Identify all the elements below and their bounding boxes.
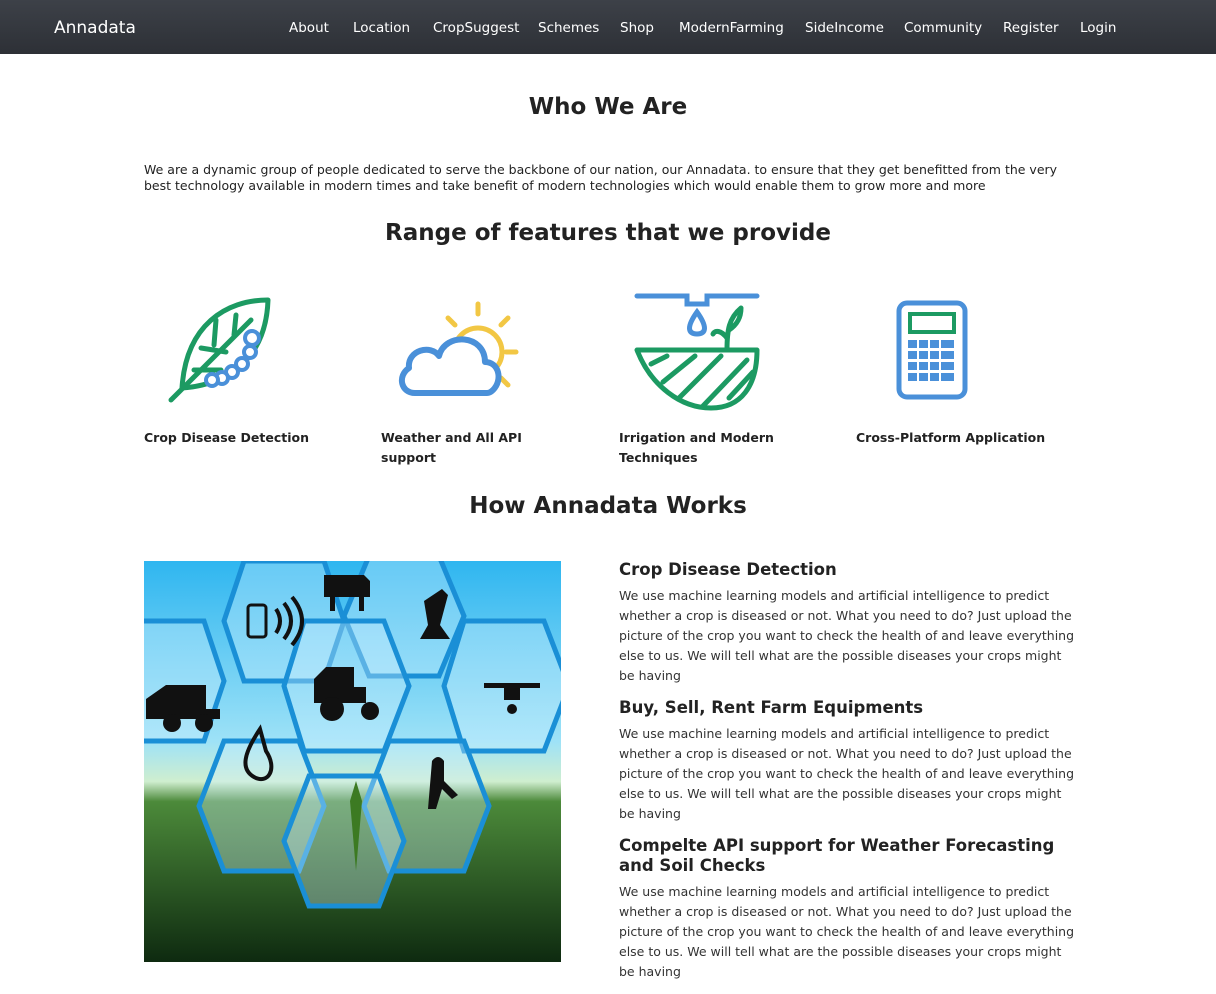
nav-link-register[interactable]: Register (1003, 20, 1059, 36)
work-item-text: We use machine learning models and artif… (619, 726, 1075, 821)
work-item-heading: Buy, Sell, Rent Farm Equipments (619, 698, 924, 717)
nav-link-schemes[interactable]: Schemes (538, 20, 599, 36)
nav-link-community[interactable]: Community (904, 20, 982, 36)
calculator-icon (896, 300, 968, 400)
irrigation-icon (634, 293, 760, 411)
nav-link-location[interactable]: Location (353, 20, 410, 36)
work-item: Compelte API support for Weather Forecas… (619, 836, 1079, 982)
how-it-works-list: Crop Disease Detection We use machine le… (619, 560, 1079, 994)
who-we-are-title: Who We Are (528, 94, 688, 120)
nav-link-about[interactable]: About (289, 20, 329, 36)
feature-label: Weather and All API support (381, 430, 522, 465)
how-it-works-title: How Annadata Works (469, 493, 747, 519)
nav-link-login[interactable]: Login (1080, 20, 1116, 36)
nav-link-modernfarming[interactable]: ModernFarming (679, 20, 784, 36)
work-item: Buy, Sell, Rent Farm Equipments We use m… (619, 698, 1079, 824)
smart-farming-illustration (144, 561, 561, 962)
who-we-are-text: We are a dynamic group of people dedicat… (144, 162, 1058, 193)
work-item-heading: Crop Disease Detection (619, 560, 837, 579)
work-item-text: We use machine learning models and artif… (619, 884, 1075, 979)
leaf-caterpillar-icon (168, 297, 271, 403)
feature-label: Irrigation and Modern Techniques (619, 430, 774, 465)
features-title: Range of features that we provide (385, 220, 831, 246)
work-item-text: We use machine learning models and artif… (619, 588, 1075, 683)
nav-link-sideincome[interactable]: SideIncome (805, 20, 884, 36)
feature-label: Cross-Platform Application (856, 430, 1046, 445)
work-item-heading: Compelte API support for Weather Forecas… (619, 836, 1055, 875)
feature-label: Crop Disease Detection (144, 430, 309, 445)
sun-cloud-icon (398, 301, 519, 396)
navbar: Annadata About Location CropSuggest Sche… (0, 0, 1216, 54)
nav-link-cropsuggest[interactable]: CropSuggest (433, 20, 519, 36)
brand-logo[interactable]: Annadata (54, 18, 136, 38)
work-item: Crop Disease Detection We use machine le… (619, 560, 1079, 686)
nav-link-shop[interactable]: Shop (620, 20, 654, 36)
